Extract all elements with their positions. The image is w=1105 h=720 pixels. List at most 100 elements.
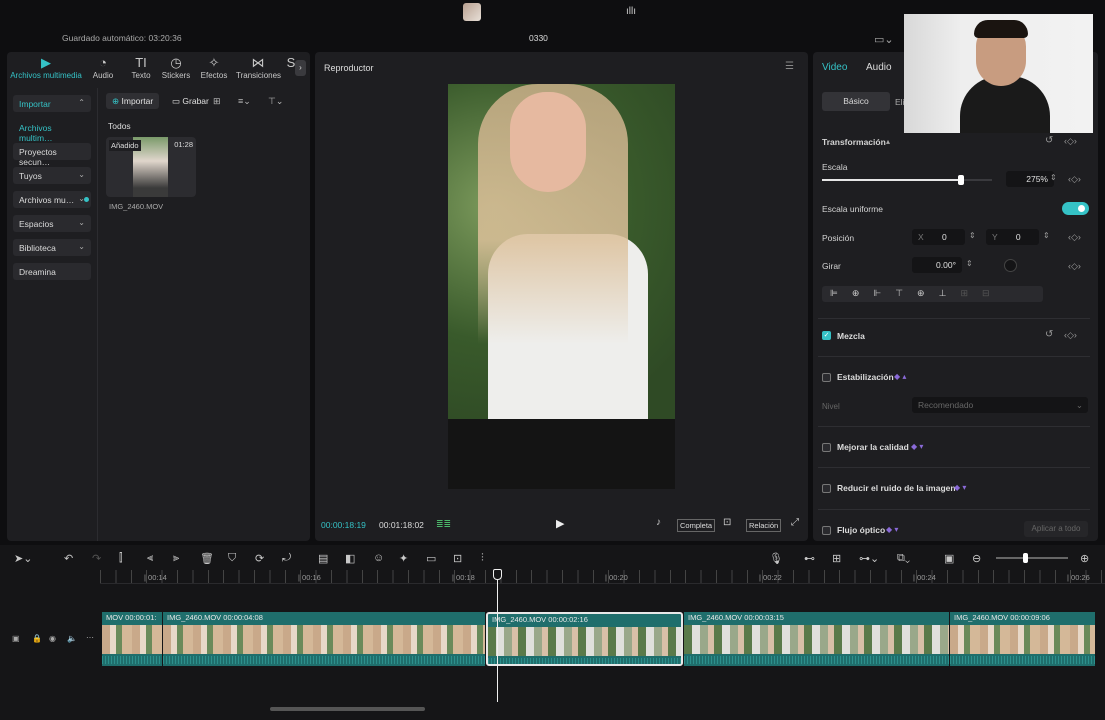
person-icon[interactable]: ☺ [373,552,384,564]
tabs-next-icon[interactable]: › [295,60,306,76]
tab-transitions[interactable]: ⋈ Transiciones [236,56,281,81]
timeline-scrollbar[interactable] [270,707,425,711]
import-button[interactable]: ⊕ Importar [106,93,160,109]
enhance-checkbox[interactable] [822,443,831,452]
timeline-clip[interactable]: IMG_2460.MOV 00:00:04:08 [163,612,485,666]
timeline-clip[interactable]: IMG_2460.MOV 00:00:03:15 [684,612,949,666]
filter-icon[interactable]: ⊤⌄ [268,96,283,107]
sidebar-item[interactable]: Archivos mu… ⌄ [13,191,91,208]
sidebar-item[interactable]: Espacios ⌄ [13,215,91,232]
subtab-basic[interactable]: Básico [822,92,890,111]
audio-split-icon[interactable]: ⫶ [481,552,484,565]
denoise-checkbox[interactable] [822,484,831,493]
tab-effects[interactable]: ✧ Efectos [199,56,229,81]
project-name[interactable]: 0330 [529,33,548,43]
link-main-track-icon[interactable]: ⊷ [804,552,815,565]
zoom-slider-handle[interactable] [1023,553,1028,563]
tab-video[interactable]: Video [822,62,847,73]
more-icon[interactable]: ⋯ [86,633,94,642]
rotate-input[interactable]: 0.00° [912,257,962,273]
sidebar-item[interactable]: Dreamina [13,263,91,280]
full-button[interactable]: Completa [677,519,716,532]
blend-checkbox[interactable]: ✓ [822,331,831,340]
redo-icon[interactable]: ↷ [92,552,101,565]
keyframe-icon[interactable]: ‹◇› [1068,261,1081,272]
delete-icon[interactable]: 🗑 [200,552,214,565]
stepper-icon[interactable]: ⇕ [1043,231,1050,240]
lock-icon[interactable]: 🔒 [32,634,42,643]
apply-all-button[interactable]: Aplicar a todo [1024,521,1088,537]
tab-audio[interactable]: Audio [866,62,892,73]
sidebar-item[interactable]: Archivos multim… [13,119,91,143]
magic-icon[interactable]: ✦ [399,552,408,565]
auto-reframe-icon[interactable]: ⊡ [453,552,462,565]
media-thumbnail[interactable]: Añadido 01:28 [106,137,196,197]
split-icon[interactable]: ⫿ [119,552,123,565]
layout-icon[interactable]: ▭⌄ [874,33,894,46]
stepper-icon[interactable]: ⇕ [969,231,976,240]
split-left-icon[interactable]: ⫷ [147,552,153,565]
reset-icon[interactable]: ↺ [1045,135,1053,146]
keyframe-icon[interactable]: ‹◇› [1068,232,1081,243]
reverse-icon[interactable]: ⤾ [282,552,291,565]
microphone-icon[interactable]: 🎙 [769,552,783,565]
sort-icon[interactable]: ≡⌄ [238,96,251,107]
selected-timeline-clip[interactable]: IMG_2460.MOV 00:00:02:16 [486,612,683,666]
fullscreen-icon[interactable]: ⤢ [791,517,799,528]
video-preview[interactable] [448,84,675,489]
zoom-in-icon[interactable]: ⊕ [1080,552,1089,565]
sidebar-item[interactable]: Importar ⌃ [13,95,91,112]
crop-tool-icon[interactable]: ⟳ [255,552,264,565]
rotate-dial[interactable] [1004,259,1017,272]
linkage-icon[interactable]: ⊶⌄ [859,552,879,565]
eye-icon[interactable]: ◉ [49,634,56,643]
playhead-handle[interactable] [493,569,502,580]
undo-icon[interactable]: ↶ [64,552,73,565]
scale-input[interactable]: 275% [1006,171,1054,187]
waveform-toggle-icon[interactable]: ≣≣ [436,519,451,530]
optical-flow-checkbox[interactable] [822,526,831,535]
position-y-input[interactable]: Y 0 [986,229,1039,245]
tab-audio[interactable]: ◔ Audio [91,56,115,81]
timeline-ruler[interactable] [100,570,1105,584]
stabilize-checkbox[interactable] [822,373,831,382]
timeline-clip[interactable]: IMG_2460.MOV 00:00:09:06 [950,612,1095,666]
keyframe-icon[interactable]: ‹◇› [1064,136,1077,147]
speaker-icon[interactable]: 🔈 [67,634,77,643]
sidebar-item[interactable]: Tuyos ⌄ [13,167,91,184]
cover-icon[interactable]: ▣ [12,634,20,643]
marker-icon[interactable]: ⛉ [228,552,236,565]
align-toolbar[interactable]: ⊫⊕⊩⊤⊕⊥⊞⊟ [822,286,1043,302]
zoom-slider[interactable] [996,553,1068,563]
scale-slider[interactable] [822,175,992,185]
mirror-icon[interactable]: ◧ [345,552,355,565]
stepper-icon[interactable]: ⇕ [966,259,973,268]
tab-sticker[interactable]: ◷ Stickers [161,56,191,81]
keyframe-icon[interactable]: ‹◇› [1068,174,1081,185]
split-right-icon[interactable]: ⫸ [173,552,179,565]
ratio-button[interactable]: Relación [746,519,782,532]
playhead[interactable] [497,570,498,702]
record-button[interactable]: ▭ Grabar [166,93,215,109]
grid-view-icon[interactable]: ⊞ [213,96,221,107]
crop-icon[interactable]: ⊡ [723,517,731,528]
caption-icon[interactable]: ▭ [426,552,436,565]
magnet-icon[interactable]: ⊞ [832,552,841,565]
reset-icon[interactable]: ↺ [1045,329,1053,340]
collapse-icon[interactable]: ▴ [886,137,890,146]
preview-axis-icon[interactable]: ⧉⌄ [897,552,910,565]
tiktok-icon[interactable]: ♪ [656,517,661,528]
freeze-icon[interactable]: ▤ [318,552,328,565]
sidebar-item[interactable]: Biblioteca ⌄ [13,239,91,256]
menu-icon[interactable]: ☰ [785,61,794,72]
play-icon[interactable]: ▶ [556,517,564,530]
keyframe-icon[interactable]: ‹◇› [1064,330,1077,341]
zoom-out-icon[interactable]: ⊖ [972,552,981,565]
uniform-scale-toggle[interactable] [1062,202,1089,215]
tab-text[interactable]: TI Texto [130,56,152,81]
position-x-input[interactable]: X 0 [912,229,965,245]
scale-slider-handle[interactable] [958,175,965,185]
sidebar-item[interactable]: Proyectos secun… [13,143,91,167]
timeline-clip[interactable]: MOV 00:00:01: [102,612,162,666]
select-tool-icon[interactable]: ➤⌄ [14,552,32,565]
